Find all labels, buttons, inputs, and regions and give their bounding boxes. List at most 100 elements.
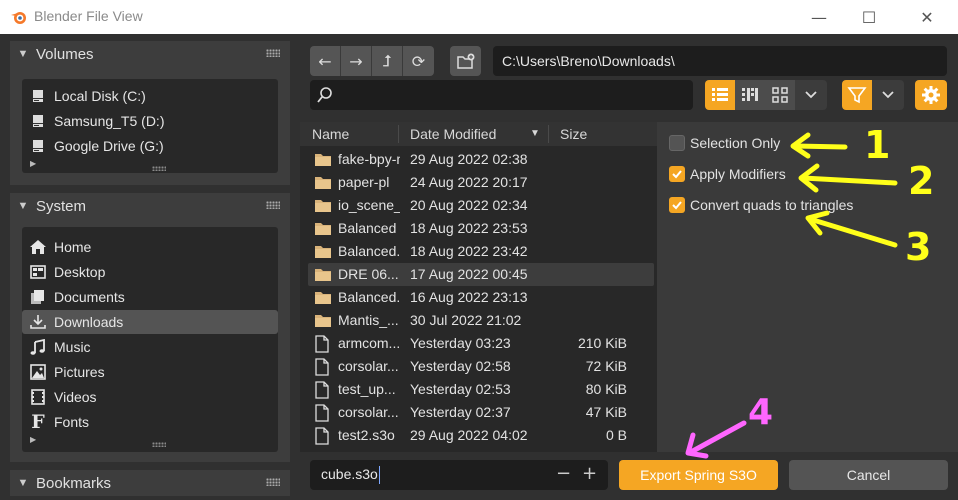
file-name: test_up... [338,381,396,397]
volumes-list: Local Disk (C:) Samsung_T5 (D:) Google D… [22,79,278,173]
sidebar-item-label: Videos [54,389,97,405]
sidebar-item-label: Downloads [54,314,124,330]
file-name: test2.s3o [338,427,395,443]
folder-icon [314,289,332,308]
display-settings-dropdown[interactable] [795,80,827,110]
file-date: 18 Aug 2022 23:53 [410,220,528,236]
option-label: Selection Only [690,135,781,151]
checkbox-unchecked-icon[interactable] [669,135,685,151]
refresh-button[interactable]: ⟳ [403,46,434,76]
decrement-filename-button[interactable]: − [556,463,571,484]
file-icon [314,427,330,448]
sidebar-item-local-disk[interactable]: Local Disk (C:) [22,84,278,108]
export-button[interactable]: Export Spring S3O [619,460,778,490]
column-header-size[interactable]: Size [560,126,587,142]
search-input[interactable] [310,80,693,110]
column-header-name[interactable]: Name [312,126,349,142]
sidebar-item-home[interactable]: Home [22,235,278,259]
chevron-down-icon: ▼ [17,477,29,489]
sidebar-item-music[interactable]: Music [22,335,278,359]
settings-toggle-button[interactable] [915,80,947,110]
forward-button[interactable]: → [341,46,372,76]
folder-icon [314,197,332,216]
sidebar-item-downloads[interactable]: Downloads [22,310,278,334]
checkbox-checked-icon[interactable] [669,197,685,213]
filename-input[interactable]: cube.s3o − + [310,460,608,490]
sidebar-item-desktop[interactable]: Desktop [22,260,278,284]
folder-row[interactable]: Balanced... 18 Aug 2022 23:42 [300,240,657,263]
column-header-date[interactable]: Date Modified [410,126,496,142]
sidebar-item-samsung[interactable]: Samsung_T5 (D:) [22,109,278,133]
selection-only-checkbox[interactable]: Selection Only [669,133,780,153]
folder-icon [314,312,332,331]
maximize-button[interactable]: ☐ [846,0,892,34]
drag-grip-icon[interactable] [266,201,280,209]
file-row[interactable]: test_up... Yesterday 02:53 80 KiB [300,378,657,401]
file-name: fake-bpy-module [338,151,400,167]
file-row[interactable]: armcom... Yesterday 03:23 210 KiB [300,332,657,355]
bookmarks-panel-header[interactable]: ▼ Bookmarks [10,470,290,496]
bottom-bar: cube.s3o − + Export Spring S3O Cancel [300,452,958,500]
new-folder-button[interactable] [450,46,481,76]
arrow-right-icon: → [349,51,363,71]
folder-row[interactable]: io_scene_s3o 20 Aug 2022 02:34 [300,194,657,217]
system-panel: Home Desktop Documents Downloads Music P… [10,219,290,462]
back-button[interactable]: ← [310,46,341,76]
folder-row[interactable]: fake-bpy-module 29 Aug 2022 02:38 [300,148,657,171]
file-date: Yesterday 02:58 [410,358,511,374]
arrow-up-icon: ⮥ [382,51,392,70]
file-row[interactable]: corsolar... Yesterday 02:58 72 KiB [300,355,657,378]
file-name: paper-pl [338,174,390,190]
list-view-icon [712,88,728,101]
sidebar-item-fonts[interactable]: F Fonts [22,410,278,434]
sidebar-item-documents[interactable]: Documents [22,285,278,309]
file-name: corsolar... [338,404,399,420]
directory-path-input[interactable]: C:\Users\Breno\Downloads\ [493,46,947,76]
folder-row[interactable]: Mantis_... 30 Jul 2022 21:02 [300,309,657,332]
folder-row[interactable]: DRE 06... 17 Aug 2022 00:45 [308,263,654,286]
cancel-button[interactable]: Cancel [789,460,948,490]
file-icon [314,404,330,425]
sidebar-item-label: Pictures [54,364,105,380]
file-row[interactable]: corsolar... Yesterday 02:37 47 KiB [300,401,657,424]
sidebar-item-label: Local Disk (C:) [54,88,146,104]
folder-row[interactable]: Balanced... 16 Aug 2022 23:13 [300,286,657,309]
resize-grip-icon[interactable] [152,166,166,171]
sidebar-item-google-drive[interactable]: Google Drive (G:) [22,134,278,158]
expand-triangle-icon[interactable]: ▶ [30,435,36,444]
expand-triangle-icon[interactable]: ▶ [30,159,36,168]
sidebar-item-videos[interactable]: Videos [22,385,278,409]
resize-grip-icon[interactable] [152,442,166,447]
filter-toggle-button[interactable] [842,80,872,110]
file-row[interactable]: test2.s3o 29 Aug 2022 04:02 0 B [300,424,657,447]
system-list: Home Desktop Documents Downloads Music P… [22,227,278,452]
system-title: System [36,197,87,215]
minimize-button[interactable]: — [796,0,842,34]
folder-icon [314,151,332,170]
apply-modifiers-checkbox[interactable]: Apply Modifiers [669,164,786,184]
drag-grip-icon[interactable] [266,49,280,57]
volumes-panel-header[interactable]: ▼ Volumes [10,41,290,67]
close-button[interactable]: ✕ [904,0,950,34]
drive-icon [22,88,54,104]
sidebar-item-pictures[interactable]: Pictures [22,360,278,384]
sidebar-item-label: Documents [54,289,125,305]
chevron-down-icon: ▼ [17,200,29,212]
refresh-icon: ⟳ [411,51,426,71]
file-date: Yesterday 02:37 [410,404,511,420]
checkbox-checked-icon[interactable] [669,166,685,182]
folder-row[interactable]: Balanced 18 Aug 2022 23:53 [300,217,657,240]
horizontal-list-button[interactable] [735,80,765,110]
file-name: Balanced... [338,289,400,305]
file-date: 24 Aug 2022 20:17 [410,174,528,190]
vertical-list-button[interactable] [705,80,735,110]
convert-quads-checkbox[interactable]: Convert quads to triangles [669,195,853,215]
system-panel-header[interactable]: ▼ System [10,193,290,219]
parent-directory-button[interactable]: ⮥ [372,46,403,76]
filter-dropdown[interactable] [872,80,904,110]
folder-row[interactable]: paper-pl 24 Aug 2022 20:17 [300,171,657,194]
thumbnails-button[interactable] [765,80,795,110]
drag-grip-icon[interactable] [266,478,280,486]
increment-filename-button[interactable]: + [582,463,597,484]
title-bar: Blender File View — ☐ ✕ [0,0,958,34]
